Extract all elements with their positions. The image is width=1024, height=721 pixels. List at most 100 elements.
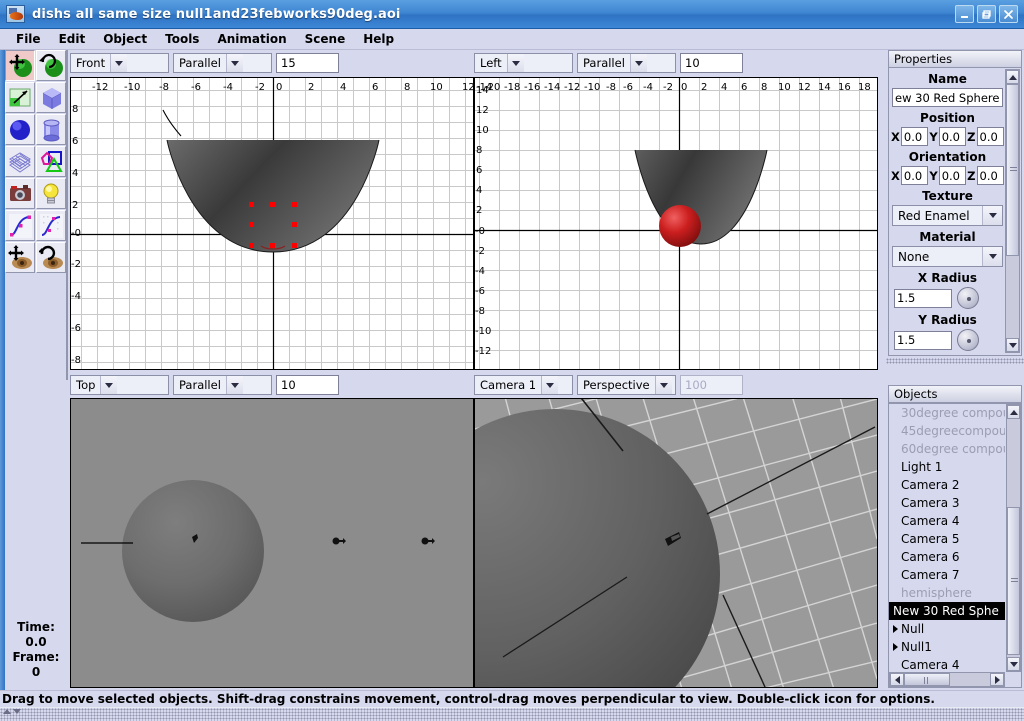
menu-help[interactable]: Help bbox=[354, 30, 403, 48]
position-x-field[interactable]: 0.0 bbox=[900, 127, 929, 146]
top-projection-select[interactable]: Parallel bbox=[173, 375, 272, 395]
move-viewpoint-tool[interactable] bbox=[5, 242, 35, 273]
selection-handle[interactable] bbox=[249, 243, 254, 248]
selection-handle[interactable] bbox=[249, 222, 254, 227]
scroll-down-arrow-icon[interactable] bbox=[1006, 338, 1019, 352]
properties-scrollbar[interactable] bbox=[1005, 69, 1020, 353]
list-item[interactable]: hemisphere bbox=[889, 584, 1005, 602]
position-y-field[interactable]: 0.0 bbox=[938, 127, 967, 146]
name-field[interactable]: ew 30 Red Sphere bbox=[892, 88, 1003, 107]
selection-handle[interactable] bbox=[292, 243, 297, 248]
list-item[interactable]: Camera 2 bbox=[889, 476, 1005, 494]
selection-handle[interactable] bbox=[292, 222, 297, 227]
top-view-select[interactable]: Top bbox=[70, 375, 169, 395]
position-z-field[interactable]: 0.0 bbox=[976, 127, 1004, 146]
list-item[interactable]: 60degree compou bbox=[889, 440, 1005, 458]
left-projection-select[interactable]: Parallel bbox=[577, 53, 676, 73]
scroll-up-arrow-icon[interactable] bbox=[1006, 70, 1019, 84]
list-item[interactable]: Camera 5 bbox=[889, 530, 1005, 548]
objects-scroll-thumb[interactable] bbox=[1007, 507, 1020, 655]
properties-scroll-thumb[interactable] bbox=[1006, 84, 1019, 256]
menu-edit[interactable]: Edit bbox=[50, 30, 95, 48]
list-item-selected[interactable]: New 30 Red Sphe bbox=[889, 602, 1005, 620]
front-projection-select[interactable]: Parallel bbox=[173, 53, 272, 73]
x-radius-dial[interactable] bbox=[957, 287, 979, 309]
list-item[interactable]: Camera 4 bbox=[889, 512, 1005, 530]
close-button[interactable] bbox=[999, 5, 1018, 23]
top-scale-input[interactable]: 10 bbox=[276, 375, 339, 395]
create-interpolating-curve-tool[interactable] bbox=[36, 210, 66, 241]
viewport-camera1[interactable] bbox=[474, 398, 878, 688]
create-camera-tool[interactable] bbox=[5, 178, 35, 209]
orientation-x-field[interactable]: 0.0 bbox=[900, 166, 929, 185]
list-item[interactable]: Camera 6 bbox=[889, 548, 1005, 566]
orientation-z-field[interactable]: 0.0 bbox=[976, 166, 1004, 185]
list-item[interactable]: 45degreecompou bbox=[889, 422, 1005, 440]
splitter-down-arrow-icon[interactable] bbox=[13, 709, 21, 714]
list-item[interactable]: 30degree compou bbox=[889, 404, 1005, 422]
objects-hscroll-thumb[interactable] bbox=[904, 673, 950, 686]
create-cube-tool[interactable] bbox=[36, 82, 66, 113]
position-label: Position bbox=[920, 111, 975, 125]
object-label: Null bbox=[901, 622, 925, 636]
create-sphere-tool[interactable] bbox=[5, 114, 35, 145]
material-select[interactable]: None bbox=[892, 246, 1003, 267]
camera1-view-select[interactable]: Camera 1 bbox=[474, 375, 573, 395]
menu-animation[interactable]: Animation bbox=[208, 30, 295, 48]
texture-select[interactable]: Red Enamel bbox=[892, 205, 1003, 226]
create-curve-tool[interactable] bbox=[5, 210, 35, 241]
selection-handle[interactable] bbox=[292, 202, 297, 207]
viewport-left[interactable] bbox=[474, 77, 878, 370]
y-radius-field[interactable]: 1.5 bbox=[894, 330, 952, 350]
front-view-select[interactable]: Front bbox=[70, 53, 169, 73]
left-scale-input[interactable]: 10 bbox=[680, 53, 743, 73]
expand-triangle-icon[interactable] bbox=[893, 625, 898, 633]
splitter-up-arrow-icon[interactable] bbox=[3, 709, 11, 714]
camera1-projection-select[interactable]: Perspective bbox=[577, 375, 676, 395]
selection-handle[interactable] bbox=[270, 243, 275, 248]
list-item[interactable]: Null1 bbox=[889, 638, 1005, 656]
selection-handle[interactable] bbox=[249, 202, 254, 207]
rotate-viewpoint-tool[interactable] bbox=[36, 242, 66, 273]
objects-hscroll-track[interactable] bbox=[904, 673, 990, 686]
create-cylinder-tool[interactable] bbox=[36, 114, 66, 145]
scroll-down-arrow-icon[interactable] bbox=[1007, 657, 1020, 671]
objects-horizontal-scrollbar[interactable] bbox=[889, 672, 1005, 687]
selection-handle[interactable] bbox=[270, 202, 275, 207]
list-item[interactable]: Null bbox=[889, 620, 1005, 638]
viewport-top[interactable] bbox=[70, 398, 474, 688]
left-view-select[interactable]: Left bbox=[474, 53, 573, 73]
menu-object[interactable]: Object bbox=[94, 30, 156, 48]
chevron-down-icon bbox=[100, 376, 118, 394]
scroll-right-arrow-icon[interactable] bbox=[990, 673, 1004, 686]
list-item[interactable]: Camera 7 bbox=[889, 566, 1005, 584]
create-polygon-tool[interactable] bbox=[36, 146, 66, 177]
scroll-up-arrow-icon[interactable] bbox=[1007, 405, 1020, 419]
properties-scroll-track[interactable] bbox=[1006, 84, 1019, 338]
create-mesh-tool[interactable] bbox=[5, 146, 35, 177]
x-radius-field[interactable]: 1.5 bbox=[894, 288, 952, 308]
orientation-z-label: Z bbox=[967, 168, 976, 183]
menu-scene[interactable]: Scene bbox=[296, 30, 355, 48]
create-light-tool[interactable] bbox=[36, 178, 66, 209]
expand-triangle-icon[interactable] bbox=[893, 643, 898, 651]
objects-list[interactable]: 30degree compou 45degreecompou 60degree … bbox=[889, 404, 1005, 687]
objects-vertical-scrollbar[interactable] bbox=[1006, 404, 1021, 672]
splitter-arrows[interactable] bbox=[3, 709, 21, 714]
create-plane-tool[interactable] bbox=[5, 82, 35, 113]
objects-scroll-track[interactable] bbox=[1007, 419, 1020, 657]
restore-button[interactable] bbox=[977, 5, 996, 23]
menu-tools[interactable]: Tools bbox=[156, 30, 208, 48]
list-item[interactable]: Light 1 bbox=[889, 458, 1005, 476]
y-radius-dial[interactable] bbox=[957, 329, 979, 351]
minimize-button[interactable] bbox=[955, 5, 974, 23]
scroll-left-arrow-icon[interactable] bbox=[890, 673, 904, 686]
viewport-front[interactable] bbox=[70, 77, 474, 370]
menu-file[interactable]: File bbox=[7, 30, 50, 48]
rotate-object-tool[interactable] bbox=[36, 50, 66, 81]
orientation-y-field[interactable]: 0.0 bbox=[938, 166, 967, 185]
list-item[interactable]: Camera 3 bbox=[889, 494, 1005, 512]
front-scale-input[interactable]: 15 bbox=[276, 53, 339, 73]
move-object-tool[interactable] bbox=[5, 50, 35, 81]
panel-splitter[interactable] bbox=[886, 358, 1024, 364]
